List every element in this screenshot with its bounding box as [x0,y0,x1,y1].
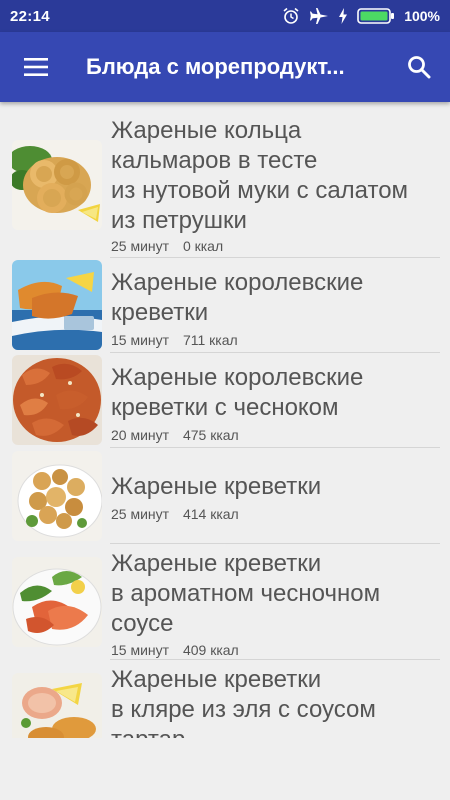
recipe-time: 20 минут [111,427,170,443]
recipe-title: Жареные креветки в ароматном чесночном с… [111,550,381,637]
recipe-image [12,557,102,647]
app-bar: Блюда с морепродукт... [0,32,450,102]
recipe-image [12,260,102,350]
recipe-title: Жареные креветки в кляре из эля с соусом… [111,666,376,738]
recipe-time: 15 минут [111,642,170,658]
recipe-title: Жареные кольца кальмаров в тесте из нуто… [111,117,409,234]
recipe-calories: 711 ккал [182,332,238,348]
status-icons: 100% [282,7,440,25]
recipe-item-beer-battered-shrimp[interactable]: Жареные креветки в кляре из эля с соусом… [0,660,450,738]
battery-percent: 100% [404,8,440,24]
menu-button[interactable] [22,53,50,81]
alarm-icon [283,7,299,24]
airplane-mode-icon [310,8,329,24]
recipe-time: 25 минут [111,506,170,522]
recipe-meta: 25 минут 0 ккал [111,238,223,254]
battery-icon [357,8,395,24]
charging-icon [339,8,348,24]
status-bar: 22:14 100% [0,0,450,32]
recipe-image [12,140,102,230]
recipe-meta: 15 минут 711 ккал [111,332,238,348]
hamburger-menu-icon [24,58,48,76]
recipe-time: 25 минут [111,238,170,254]
recipe-item-garlic-king-prawns[interactable]: Жареные королевские креветки с чесноком … [0,353,450,448]
status-time: 22:14 [10,7,50,25]
page-title: Блюда с морепродукт... [86,54,345,79]
recipe-item-shrimp-garlic-sauce[interactable]: Жареные креветки в ароматном чесночном с… [0,544,450,660]
recipe-image [12,355,102,445]
recipe-calories: 0 ккал [182,238,224,254]
recipe-image [12,451,102,541]
recipe-item-fried-calamari[interactable]: Жареные кольца кальмаров в тесте из нуто… [0,102,450,258]
recipe-item-king-prawns[interactable]: Жареные королевские креветки 15 минут 71… [0,258,450,353]
recipe-title: Жареные королевские креветки [111,269,364,326]
recipe-item-fried-shrimp[interactable]: Жареные креветки 25 минут 414 ккал [0,448,450,544]
recipe-title: Жареные креветки [111,473,322,500]
recipe-calories: 414 ккал [182,506,239,522]
recipe-title: Жареные королевские креветки с чесноком [111,364,364,421]
recipe-meta: 15 минут 409 ккал [111,642,239,658]
recipe-meta: 25 минут 414 ккал [111,506,239,522]
recipe-time: 15 минут [111,332,170,348]
recipe-meta: 20 минут 475 ккал [111,427,239,443]
recipe-calories: 409 ккал [182,642,239,658]
recipe-image [12,673,102,738]
recipe-calories: 475 ккал [182,427,239,443]
recipe-list[interactable]: Жареные кольца кальмаров в тесте из нуто… [0,102,450,738]
search-icon [408,56,431,79]
search-button[interactable] [404,52,434,82]
